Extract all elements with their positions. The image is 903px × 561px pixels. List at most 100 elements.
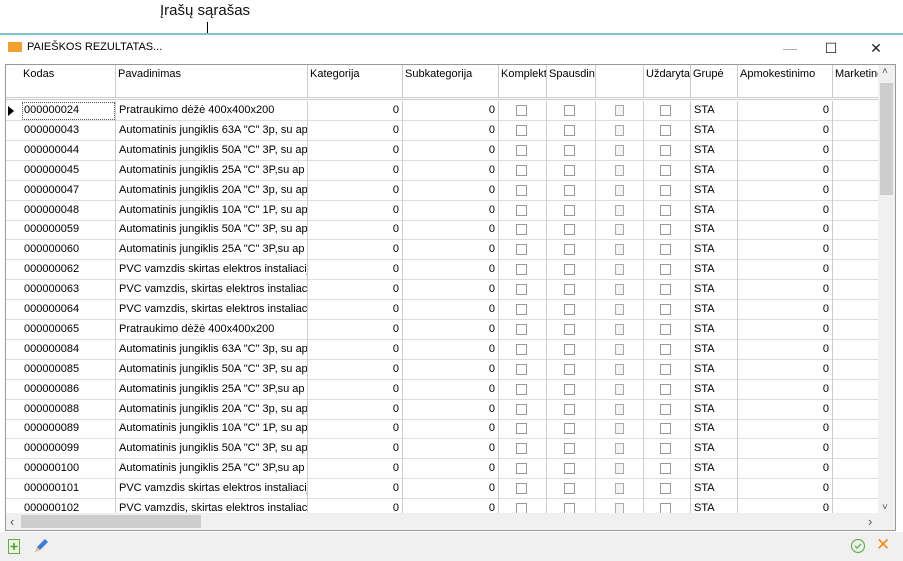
- column-header[interactable]: Pavadinimas: [116, 65, 308, 97]
- cell-apmokestinimo[interactable]: 0: [738, 319, 833, 340]
- uzdaryta-checkbox[interactable]: [660, 164, 671, 176]
- column-header[interactable]: Komplekt: [499, 65, 547, 97]
- spausdin-checkbox[interactable]: [564, 164, 575, 176]
- document-icon[interactable]: [615, 403, 624, 415]
- document-icon[interactable]: [615, 124, 624, 136]
- table-row[interactable]: 000000045 Automatinis jungiklis 25A "C" 3…: [6, 160, 879, 181]
- uzdaryta-checkbox[interactable]: [660, 264, 671, 276]
- cell-grupe[interactable]: STA: [691, 359, 738, 380]
- komplekt-checkbox[interactable]: [516, 363, 527, 375]
- cell-kategorija[interactable]: 0: [308, 140, 403, 161]
- document-icon[interactable]: [615, 144, 624, 156]
- cell-kategorija[interactable]: 0: [308, 260, 403, 281]
- cell-marketing[interactable]: [833, 399, 879, 420]
- cell-marketing[interactable]: [833, 339, 879, 360]
- komplekt-checkbox[interactable]: [516, 483, 527, 495]
- scroll-up-icon[interactable]: ˄: [882, 66, 888, 77]
- document-icon[interactable]: [615, 304, 624, 315]
- cell-grupe[interactable]: STA: [691, 200, 738, 221]
- cell-grupe[interactable]: STA: [691, 220, 738, 241]
- cell-marketing[interactable]: [833, 280, 879, 301]
- cell-pavadinimas[interactable]: Automatinis jungiklis 10A "C" 1P, su ap: [116, 200, 308, 221]
- cell-kategorija[interactable]: 0: [308, 379, 403, 400]
- uzdaryta-checkbox[interactable]: [660, 224, 671, 236]
- check-circle-icon[interactable]: [850, 538, 866, 554]
- cell-pavadinimas[interactable]: Automatinis jungiklis 50A "C" 3P, su ap: [116, 140, 308, 161]
- document-icon[interactable]: [615, 423, 624, 435]
- cell-grupe[interactable]: STA: [691, 240, 738, 261]
- cell-subkategorija[interactable]: 0: [403, 220, 499, 241]
- column-header[interactable]: Uždaryta: [644, 65, 691, 97]
- cell-marketing[interactable]: [833, 419, 879, 440]
- table-row[interactable]: 000000100 Automatinis jungiklis 25A "C" 3…: [6, 459, 879, 480]
- spausdin-checkbox[interactable]: [564, 323, 575, 335]
- horizontal-scroll-thumb[interactable]: [21, 515, 201, 528]
- table-row[interactable]: 000000060 Automatinis jungiklis 25A "C" 3…: [6, 240, 879, 261]
- spausdin-checkbox[interactable]: [564, 463, 575, 475]
- cell-kodas[interactable]: 000000088: [21, 399, 116, 420]
- uzdaryta-checkbox[interactable]: [660, 284, 671, 296]
- cell-kategorija[interactable]: 0: [308, 240, 403, 261]
- komplekt-checkbox[interactable]: [516, 164, 527, 176]
- cell-apmokestinimo[interactable]: 0: [738, 180, 833, 201]
- spausdin-checkbox[interactable]: [564, 284, 575, 296]
- cell-kodas[interactable]: 000000044: [21, 140, 116, 161]
- cell-apmokestinimo[interactable]: 0: [738, 339, 833, 360]
- cell-subkategorija[interactable]: 0: [403, 260, 499, 281]
- cell-marketing[interactable]: [833, 140, 879, 161]
- document-icon[interactable]: [615, 224, 624, 236]
- cell-pavadinimas[interactable]: Automatinis jungiklis 25A "C" 3P,su ap: [116, 379, 308, 400]
- column-header[interactable]: Apmokestinimo: [738, 65, 833, 97]
- cell-subkategorija[interactable]: 0: [403, 120, 499, 141]
- table-row[interactable]: 000000064 PVC vamzdis, skirtas elektros i…: [6, 300, 879, 320]
- cell-pavadinimas[interactable]: PVC vamzdis skirtas elektros instaliacij: [116, 260, 308, 281]
- cell-kodas[interactable]: 000000064: [21, 300, 116, 320]
- cell-apmokestinimo[interactable]: 0: [738, 280, 833, 301]
- uzdaryta-checkbox[interactable]: [660, 423, 671, 435]
- cell-marketing[interactable]: [833, 101, 879, 121]
- table-row[interactable]: 000000084 Automatinis jungiklis 63A "C" 3…: [6, 339, 879, 360]
- cell-kodas[interactable]: 000000024: [21, 101, 116, 121]
- scroll-down-icon[interactable]: ˅: [882, 502, 888, 513]
- document-icon[interactable]: [615, 204, 624, 216]
- column-header[interactable]: Kodas: [21, 65, 116, 97]
- komplekt-checkbox[interactable]: [516, 323, 527, 335]
- cell-kodas[interactable]: 000000043: [21, 120, 116, 141]
- cell-subkategorija[interactable]: 0: [403, 160, 499, 181]
- cell-pavadinimas[interactable]: Automatinis jungiklis 10A "C" 1P, su ap: [116, 419, 308, 440]
- komplekt-checkbox[interactable]: [516, 423, 527, 435]
- komplekt-checkbox[interactable]: [516, 204, 527, 216]
- komplekt-checkbox[interactable]: [516, 224, 527, 236]
- cell-marketing[interactable]: [833, 439, 879, 460]
- cell-kodas[interactable]: 000000059: [21, 220, 116, 241]
- cell-marketing[interactable]: [833, 240, 879, 261]
- scroll-right-icon[interactable]: ›: [868, 514, 872, 529]
- komplekt-checkbox[interactable]: [516, 443, 527, 455]
- cell-apmokestinimo[interactable]: 0: [738, 300, 833, 320]
- document-icon[interactable]: [615, 443, 624, 455]
- document-icon[interactable]: [615, 184, 624, 196]
- table-row[interactable]: 000000086 Automatinis jungiklis 25A "C" 3…: [6, 379, 879, 400]
- spausdin-checkbox[interactable]: [564, 184, 575, 196]
- document-icon[interactable]: [615, 383, 624, 395]
- document-icon[interactable]: [615, 463, 624, 475]
- komplekt-checkbox[interactable]: [516, 403, 527, 415]
- cell-kodas[interactable]: 000000065: [21, 319, 116, 340]
- table-row[interactable]: 000000059 Automatinis jungiklis 50A "C" 3…: [6, 220, 879, 241]
- column-header[interactable]: Grupė: [691, 65, 738, 97]
- table-row[interactable]: 000000101 PVC vamzdis skirtas elektros in…: [6, 479, 879, 500]
- cell-grupe[interactable]: STA: [691, 399, 738, 420]
- close-button[interactable]: ✕: [856, 37, 896, 59]
- uzdaryta-checkbox[interactable]: [660, 363, 671, 375]
- cell-apmokestinimo[interactable]: 0: [738, 140, 833, 161]
- cell-apmokestinimo[interactable]: 0: [738, 419, 833, 440]
- cell-kodas[interactable]: 000000100: [21, 459, 116, 480]
- cell-apmokestinimo[interactable]: 0: [738, 240, 833, 261]
- spausdin-checkbox[interactable]: [564, 343, 575, 355]
- spausdin-checkbox[interactable]: [564, 264, 575, 276]
- cell-subkategorija[interactable]: 0: [403, 180, 499, 201]
- komplekt-checkbox[interactable]: [516, 264, 527, 276]
- cell-subkategorija[interactable]: 0: [403, 419, 499, 440]
- cell-apmokestinimo[interactable]: 0: [738, 220, 833, 241]
- cell-kategorija[interactable]: 0: [308, 479, 403, 500]
